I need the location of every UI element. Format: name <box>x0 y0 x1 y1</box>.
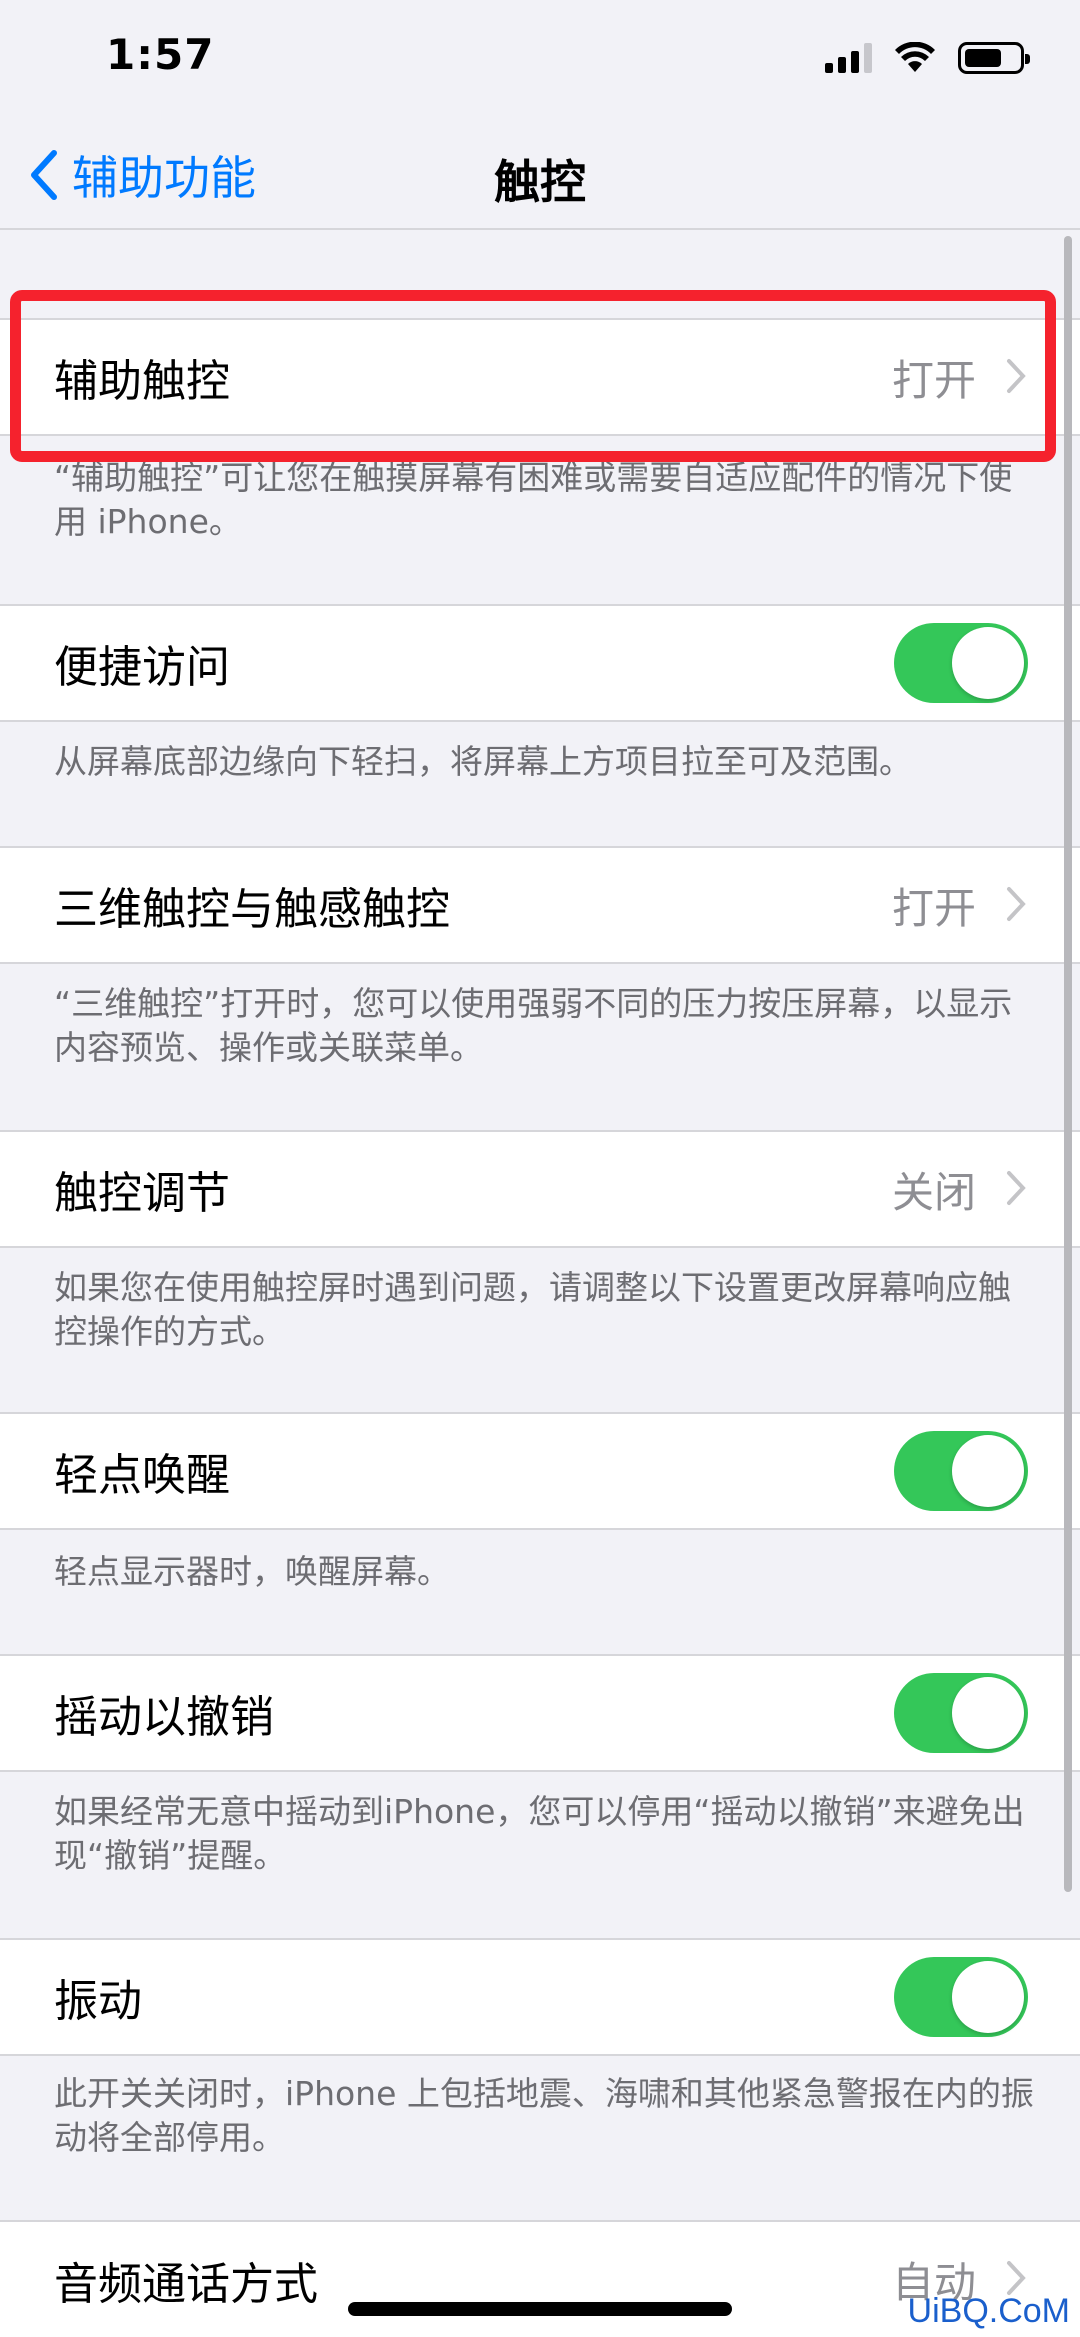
row-3d-touch[interactable]: 三维触控与触感触控 打开 <box>0 846 1080 964</box>
footer-3d-touch: “三维触控”打开时，您可以使用强弱不同的压力按压屏幕，以显示内容预览、操作或关联… <box>54 984 1013 1067</box>
row-label: 便捷访问 <box>54 642 230 693</box>
status-time: 1:57 <box>106 30 215 79</box>
page-title: 触控 <box>494 155 586 209</box>
row-vibration[interactable]: 振动 <box>0 1938 1080 2056</box>
row-tap-to-wake[interactable]: 轻点唤醒 <box>0 1412 1080 1530</box>
row-label: 触控调节 <box>54 1168 230 1219</box>
footer-tap-to-wake: 轻点显示器时，唤醒屏幕。 <box>54 1552 450 1591</box>
footer-vibration: 此开关关闭时，iPhone 上包括地震、海啸和其他紧急警报在内的振动将全部停用。 <box>54 2074 1034 2157</box>
footer-shake-to-undo: 如果经常无意中摇动到iPhone，您可以停用“摇动以撤销”来避免出现“撤销”提醒… <box>54 1792 1025 1875</box>
row-shake-to-undo[interactable]: 摇动以撤销 <box>0 1654 1080 1772</box>
shake-to-undo-toggle[interactable] <box>894 1673 1028 1753</box>
cellular-signal-icon <box>825 43 872 73</box>
vibration-toggle[interactable] <box>894 1957 1028 2037</box>
tap-to-wake-toggle[interactable] <box>894 1431 1028 1511</box>
chevron-right-icon <box>1007 359 1026 393</box>
footer-touch-accommodations: 如果您在使用触控屏时遇到问题，请调整以下设置更改屏幕响应触控操作的方式。 <box>54 1268 1011 1351</box>
home-indicator[interactable] <box>348 2302 732 2316</box>
row-label: 摇动以撤销 <box>54 1692 274 1743</box>
battery-icon <box>958 42 1030 74</box>
scrollbar[interactable] <box>1064 236 1072 1892</box>
chevron-right-icon <box>1007 1171 1026 1205</box>
status-bar: 1:57 <box>0 0 1080 118</box>
navigation-bar: 辅助功能 触控 <box>0 118 1080 230</box>
row-label: 轻点唤醒 <box>54 1450 230 1501</box>
reachability-toggle[interactable] <box>894 623 1028 703</box>
footer-reachability: 从屏幕底部边缘向下轻扫，将屏幕上方项目拉至可及范围。 <box>54 742 912 781</box>
row-label: 振动 <box>54 1976 142 2027</box>
row-assistive-touch[interactable]: 辅助触控 打开 <box>0 318 1080 436</box>
row-value: 打开 <box>891 883 976 933</box>
status-icons <box>825 38 1030 78</box>
wifi-icon <box>895 42 935 72</box>
row-label: 音频通话方式 <box>54 2258 318 2310</box>
row-label: 辅助触控 <box>54 356 230 407</box>
chevron-right-icon <box>1007 887 1026 921</box>
row-value: 关闭 <box>891 1167 976 1217</box>
footer-assistive-touch: “辅助触控”可让您在触摸屏幕有困难或需要自适应配件的情况下使用 iPhone。 <box>54 458 1013 541</box>
row-value: 打开 <box>891 355 976 405</box>
row-reachability[interactable]: 便捷访问 <box>0 604 1080 722</box>
chevron-right-icon <box>1007 2261 1026 2295</box>
row-label: 三维触控与触感触控 <box>54 884 450 935</box>
row-touch-accommodations[interactable]: 触控调节 关闭 <box>0 1130 1080 1248</box>
watermark: UiBQ.CoM <box>907 2292 1070 2330</box>
